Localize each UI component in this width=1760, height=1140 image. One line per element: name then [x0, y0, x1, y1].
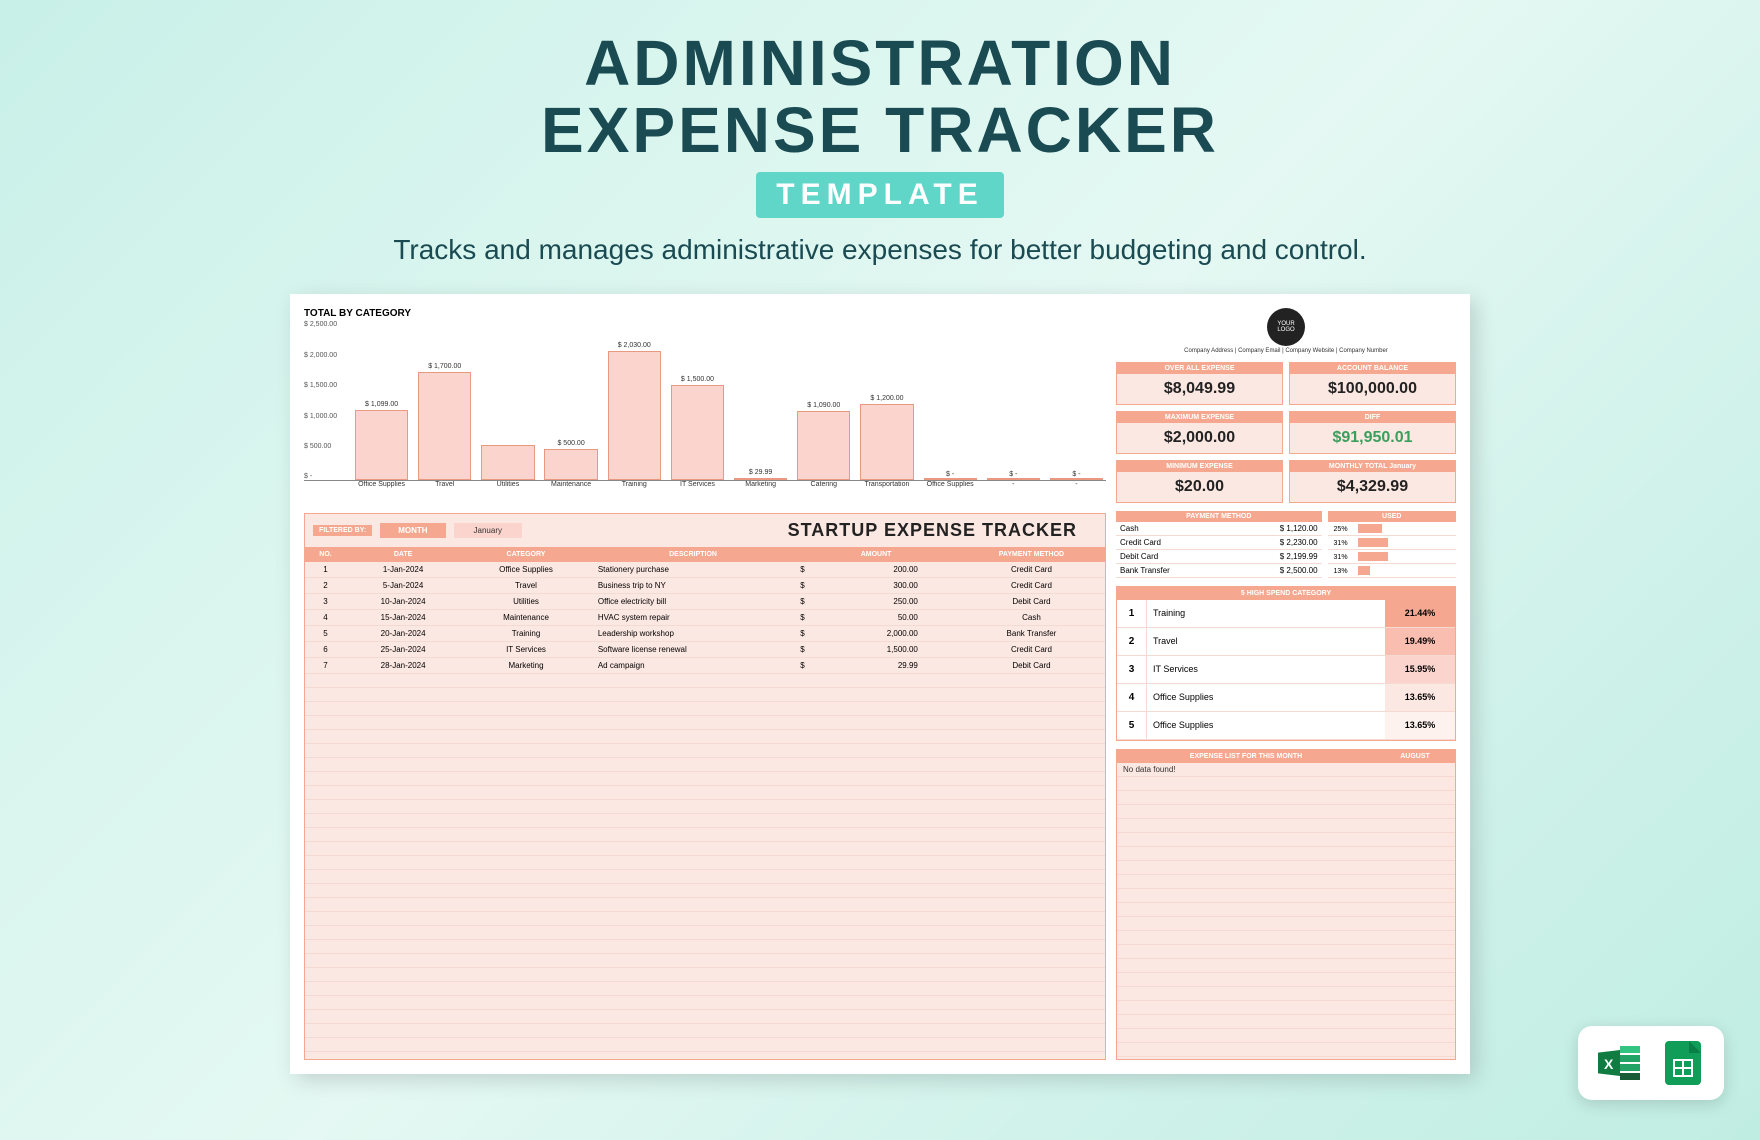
- used-row: 13%: [1328, 564, 1456, 578]
- table-row: 310-Jan-2024UtilitiesOffice electricity …: [305, 594, 1105, 610]
- chart-bar: [797, 411, 850, 480]
- format-icons: [1578, 1026, 1724, 1100]
- chart-bar: [608, 351, 661, 480]
- page-subtitle: Tracks and manages administrative expens…: [0, 234, 1760, 266]
- page-title: ADMINISTRATION EXPENSE TRACKER: [0, 30, 1760, 164]
- high-spend-row: 3IT Services15.95%: [1117, 656, 1455, 684]
- logo-placeholder: YOUR LOGO: [1267, 308, 1305, 346]
- template-badge: TEMPLATE: [756, 172, 1003, 218]
- high-spend-row: 1Training21.44%: [1117, 600, 1455, 628]
- used-header: USED: [1328, 511, 1456, 522]
- payment-row: Debit Card$ 2,199.99: [1116, 550, 1322, 564]
- company-meta: Company Address | Company Email | Compan…: [1116, 348, 1456, 354]
- stat-box: MONTHLY TOTAL January$4,329.99: [1289, 460, 1456, 503]
- title-line-2: EXPENSE TRACKER: [541, 94, 1219, 166]
- table-header: AMOUNT: [794, 547, 958, 562]
- table-header: PAYMENT METHOD: [958, 547, 1105, 562]
- table-row: 415-Jan-2024MaintenanceHVAC system repai…: [305, 610, 1105, 626]
- chart-bar: [987, 478, 1040, 480]
- used-row: 31%: [1328, 550, 1456, 564]
- chart-bar: [418, 372, 471, 480]
- month-list-body: No data found!: [1117, 763, 1455, 1059]
- filter-label: FILTERED BY:: [313, 525, 372, 536]
- payment-row: Credit Card$ 2,230.00: [1116, 536, 1322, 550]
- spreadsheet-preview: TOTAL BY CATEGORY $ -$ 500.00$ 1,000.00$…: [290, 294, 1470, 1074]
- chart-bar: [924, 478, 977, 480]
- used-row: 25%: [1328, 522, 1456, 536]
- high-spend-row: 2Travel19.49%: [1117, 628, 1455, 656]
- filter-month-button[interactable]: MONTH: [380, 523, 445, 538]
- stat-box: DIFF$91,950.01: [1289, 411, 1456, 454]
- excel-icon: [1594, 1038, 1644, 1088]
- empty-rows: [305, 674, 1105, 1059]
- stat-box: OVER ALL EXPENSE$8,049.99: [1116, 362, 1283, 405]
- filter-month-value[interactable]: January: [454, 523, 522, 538]
- month-expense-list: EXPENSE LIST FOR THIS MONTH AUGUST No da…: [1116, 749, 1456, 1060]
- chart-bar: [734, 478, 787, 480]
- payment-method-table: PAYMENT METHOD Cash$ 1,120.00Credit Card…: [1116, 511, 1322, 578]
- high-spend-row: 5Office Supplies13.65%: [1117, 712, 1455, 740]
- category-chart: TOTAL BY CATEGORY $ -$ 500.00$ 1,000.00$…: [304, 308, 1106, 503]
- title-line-1: ADMINISTRATION: [584, 27, 1176, 99]
- table-row: 25-Jan-2024TravelBusiness trip to NY$300…: [305, 578, 1105, 594]
- side-panel: YOUR LOGO Company Address | Company Emai…: [1116, 308, 1456, 1060]
- expense-table-panel: FILTERED BY: MONTH January STARTUP EXPEN…: [304, 513, 1106, 1060]
- table-header: DESCRIPTION: [592, 547, 794, 562]
- high-spend-row: 4Office Supplies13.65%: [1117, 684, 1455, 712]
- table-header: CATEGORY: [460, 547, 592, 562]
- table-row: 520-Jan-2024TrainingLeadership workshop$…: [305, 626, 1105, 642]
- table-header: NO.: [305, 547, 346, 562]
- chart-bar: [355, 410, 408, 480]
- payment-header: PAYMENT METHOD: [1116, 511, 1322, 522]
- payment-row: Cash$ 1,120.00: [1116, 522, 1322, 536]
- tracker-title: STARTUP EXPENSE TRACKER: [788, 520, 1077, 541]
- stat-box: ACCOUNT BALANCE$100,000.00: [1289, 362, 1456, 405]
- table-header: DATE: [346, 547, 460, 562]
- chart-title: TOTAL BY CATEGORY: [304, 308, 1106, 319]
- chart-bar: [544, 449, 597, 481]
- table-row: 625-Jan-2024IT ServicesSoftware license …: [305, 642, 1105, 658]
- google-sheets-icon: [1658, 1038, 1708, 1088]
- expense-table: NO.DATECATEGORYDESCRIPTIONAMOUNTPAYMENT …: [305, 547, 1105, 674]
- stat-box: MAXIMUM EXPENSE$2,000.00: [1116, 411, 1283, 454]
- payment-row: Bank Transfer$ 2,500.00: [1116, 564, 1322, 578]
- month-list-month: AUGUST: [1375, 750, 1455, 763]
- used-table: USED 25%31%31%13%: [1328, 511, 1456, 578]
- used-row: 31%: [1328, 536, 1456, 550]
- chart-bar: [860, 404, 913, 480]
- high-spend-panel: 5 HIGH SPEND CATEGORY 1Training21.44%2Tr…: [1116, 586, 1456, 741]
- table-row: 11-Jan-2024Office SuppliesStationery pur…: [305, 562, 1105, 578]
- chart-bar: [671, 385, 724, 480]
- chart-bar: [481, 445, 534, 480]
- stat-box: MINIMUM EXPENSE$20.00: [1116, 460, 1283, 503]
- high-spend-header: 5 HIGH SPEND CATEGORY: [1117, 587, 1455, 600]
- chart-bar: [1050, 478, 1103, 480]
- table-row: 728-Jan-2024MarketingAd campaign$29.99De…: [305, 658, 1105, 674]
- month-list-header: EXPENSE LIST FOR THIS MONTH: [1117, 750, 1375, 763]
